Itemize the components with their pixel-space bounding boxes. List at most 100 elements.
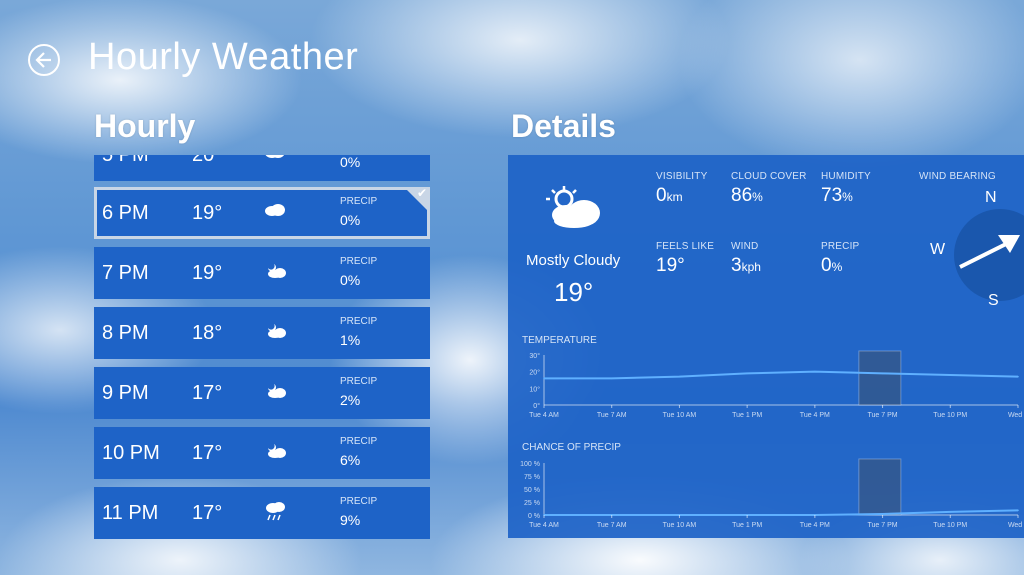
cloud-cover-label: CLOUD COVER — [731, 171, 807, 182]
y-tick-label: 25 % — [524, 500, 540, 507]
hour-time: 5 PM — [102, 155, 149, 167]
hour-precip-label: PRECIP — [340, 436, 378, 447]
x-tick-label: Tue 1 PM — [732, 522, 762, 529]
precip-value: 0% — [821, 255, 843, 276]
hour-time: 7 PM — [102, 261, 149, 284]
data-point — [1017, 375, 1019, 378]
cloudy-icon — [265, 155, 285, 158]
hourly-row[interactable]: 8 PM 18° PRECIP 1% — [94, 307, 430, 359]
humidity-label: HUMIDITY — [821, 171, 871, 182]
data-point — [1017, 509, 1019, 512]
back-arrow-icon — [35, 52, 51, 68]
visibility-label: VISIBILITY — [656, 171, 708, 182]
selected-hour-band — [858, 350, 902, 406]
compass-dial — [954, 209, 1024, 301]
data-point — [949, 374, 952, 376]
x-tick-label: Tue 7 PM — [868, 522, 898, 529]
feels-like-value: 19° — [656, 255, 685, 276]
data-point — [678, 375, 681, 378]
precip-label: PRECIP — [821, 241, 860, 252]
hour-time: 6 PM — [102, 201, 149, 224]
cloud-cover-value: 86% — [731, 185, 763, 206]
hourly-row[interactable]: 7 PM 19° PRECIP 0% — [94, 247, 430, 299]
partly-cloudy-night-icon — [268, 264, 286, 278]
checkmark-icon: ✔ — [416, 186, 427, 200]
hour-temp: 19° — [192, 261, 223, 284]
page-title: Hourly Weather — [88, 36, 359, 78]
selected-hour-band — [858, 458, 902, 516]
x-tick-label: Tue 10 PM — [933, 522, 967, 529]
x-tick-label: Wed 1 — [1008, 522, 1024, 529]
partly-cloudy-night-icon — [268, 384, 286, 398]
compass-north: N — [985, 189, 997, 206]
back-button[interactable] — [28, 44, 60, 76]
series-line — [544, 509, 1019, 516]
visibility-value: 0km — [656, 185, 683, 206]
x-tick-label: Tue 7 AM — [597, 522, 627, 529]
hourly-row[interactable]: 10 PM 17° PRECIP 6% — [94, 427, 430, 479]
hour-precip: 1% — [340, 332, 361, 348]
data-point — [949, 511, 952, 513]
hourly-row[interactable]: 9 PM 17° PRECIP 2% — [94, 367, 430, 419]
hour-time: 11 PM — [102, 501, 159, 524]
x-tick-label: Tue 4 PM — [800, 522, 830, 529]
cloudy-icon — [265, 204, 285, 216]
details-panel: Mostly Cloudy 19° VISIBILITY 0km CLOUD C… — [508, 155, 1024, 538]
x-tick-label: Tue 4 AM — [529, 412, 559, 419]
hour-precip-label: PRECIP — [340, 316, 378, 327]
x-tick-label: Tue 7 PM — [868, 412, 898, 419]
hour-precip: 0% — [340, 272, 361, 288]
y-tick-label: 0 % — [528, 513, 540, 520]
x-tick-label: Tue 10 PM — [933, 412, 967, 419]
hour-precip-label: PRECIP — [340, 256, 378, 267]
hour-temp: 17° — [192, 441, 223, 464]
hourly-heading: Hourly — [94, 108, 196, 144]
y-tick-label: 0° — [533, 402, 540, 410]
compass-south: S — [988, 292, 999, 309]
data-point — [543, 377, 545, 380]
hour-temp: 17° — [192, 501, 223, 524]
wind-bearing-label: WIND BEARING — [919, 171, 996, 182]
compass-west: W — [930, 241, 946, 258]
current-temp: 19° — [554, 277, 594, 307]
x-tick-label: Tue 4 AM — [529, 522, 559, 529]
feels-like-label: FEELS LIKE — [656, 241, 715, 252]
hour-temp: 17° — [192, 381, 223, 404]
x-tick-label: Tue 1 PM — [732, 412, 762, 419]
precip-chart-label: CHANCE OF PRECIP — [522, 442, 621, 453]
hour-precip-label: PRECIP — [340, 196, 378, 207]
hour-precip: 9% — [340, 512, 361, 528]
hour-time: 10 PM — [102, 441, 160, 464]
y-tick-label: 10° — [529, 385, 540, 393]
condition-text: Mostly Cloudy — [526, 252, 621, 269]
hourly-row-selected[interactable]: 6 PM 19° PRECIP 0% ✔ — [94, 186, 430, 239]
x-tick-label: Tue 7 AM — [597, 412, 627, 419]
hour-time: 9 PM — [102, 381, 149, 404]
hourly-row[interactable]: 5 PM 20° PRECIP 0% — [94, 155, 430, 181]
mostly-cloudy-icon — [546, 186, 600, 228]
hour-precip-label: PRECIP — [340, 376, 378, 387]
x-tick-label: Tue 4 PM — [800, 412, 830, 419]
rain-icon — [266, 502, 285, 521]
wind-value: 3kph — [731, 255, 761, 276]
hour-precip: 2% — [340, 392, 361, 408]
data-point — [881, 372, 884, 375]
details-heading: Details — [511, 108, 616, 144]
temperature-chart-label: TEMPERATURE — [522, 335, 597, 346]
temperature-chart: 30° 20° 10° 0° Tue 4 AM Tue 7 AM Tue 10 AM Tue … — [529, 350, 1024, 419]
precip-chart: 100 % 75 % 50 % 25 % 0 % Tue 4 AM Tue 7 AM Tue … — [520, 458, 1024, 529]
hourly-row[interactable]: 11 PM 17° PRECIP 9% — [94, 487, 430, 539]
hour-temp: 20° — [192, 155, 222, 167]
x-tick-label: Tue 10 AM — [663, 522, 697, 529]
x-tick-label: Wed 1 — [1008, 412, 1024, 419]
wind-label: WIND — [731, 241, 759, 252]
hour-temp: 18° — [192, 321, 223, 344]
hour-precip-label: PRECIP — [340, 496, 378, 507]
hourly-list[interactable]: 5 PM 20° PRECIP 0% 6 PM 19° PRECIP 0% ✔ … — [94, 155, 430, 540]
humidity-value: 73% — [821, 185, 853, 206]
data-point — [881, 513, 884, 515]
data-point — [814, 370, 816, 373]
data-point — [746, 372, 748, 375]
series-line — [544, 370, 1019, 380]
y-tick-label: 75 % — [524, 474, 540, 481]
